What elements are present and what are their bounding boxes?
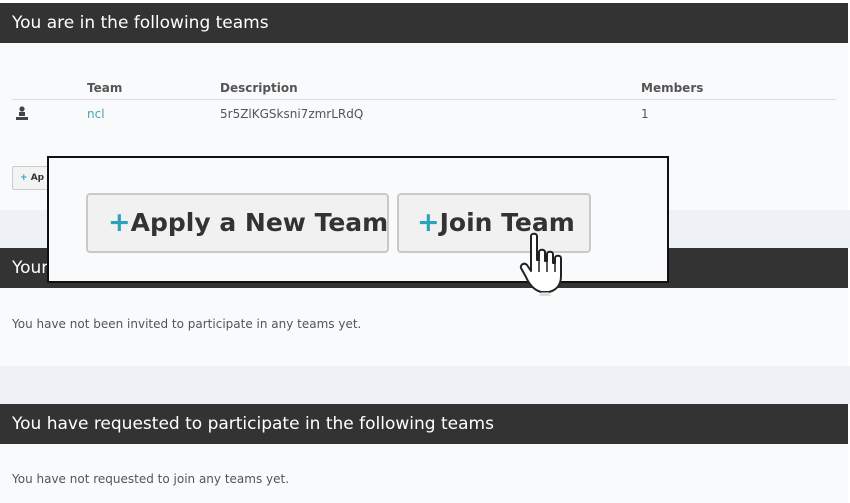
teams-table: Team Description Members ncl 5r5ZlKGSksn…: [12, 75, 836, 129]
requests-panel-title: You have requested to participate in the…: [0, 404, 848, 444]
owner-icon: [16, 106, 28, 120]
header-team: Team: [87, 75, 220, 100]
teams-panel-title: You are in the following teams: [0, 3, 848, 43]
apply-new-team-button[interactable]: +Apply a New Team: [86, 193, 389, 253]
plus-icon: +: [417, 207, 440, 238]
plus-icon: +: [20, 173, 28, 183]
header-members: Members: [641, 75, 836, 100]
header-description: Description: [220, 75, 641, 100]
team-link[interactable]: ncl: [87, 107, 105, 121]
section-divider: [0, 366, 850, 404]
requests-empty-message: You have not requested to join any teams…: [12, 472, 290, 486]
hand-pointer-icon: [517, 232, 581, 303]
team-description: 5r5ZlKGSksni7zmrLRdQ: [220, 107, 364, 122]
owner-icon-cell: [12, 99, 87, 129]
apply-team-button-small-label: Ap: [30, 173, 45, 183]
header-icon-col: [12, 75, 87, 100]
invites-empty-message: You have not been invited to participate…: [12, 317, 362, 331]
apply-new-team-label: Apply a New Team: [130, 208, 389, 237]
table-row: ncl 5r5ZlKGSksni7zmrLRdQ 1: [12, 99, 836, 129]
team-members: 1: [641, 107, 649, 122]
plus-icon: +: [108, 207, 131, 238]
requests-panel: You have requested to participate in the…: [0, 404, 848, 503]
teams-table-header: Team Description Members: [12, 75, 836, 100]
